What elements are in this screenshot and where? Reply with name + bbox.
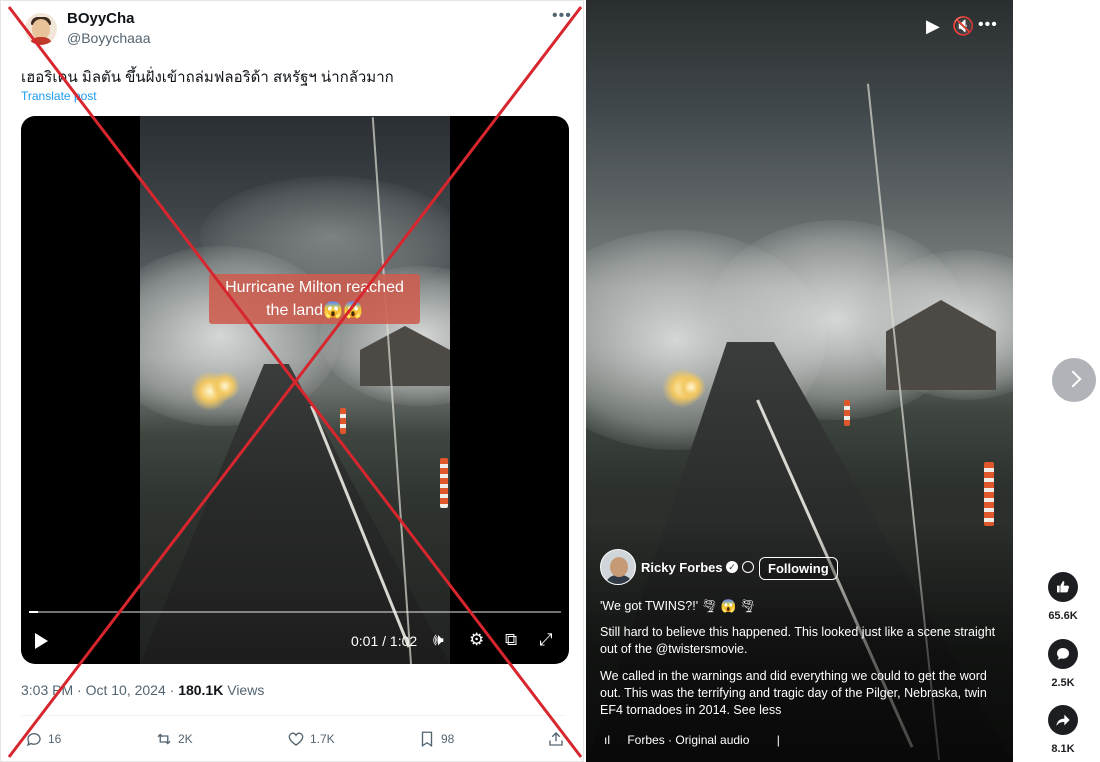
share-count: 8.1K (1051, 743, 1075, 755)
audio-label[interactable]: Forbes · Original audio (627, 733, 749, 747)
reel-video[interactable]: ▶ 🔇 ••• Ricky Forbes ✓ Following 'We got… (586, 0, 1013, 762)
video-progress-bar[interactable] (29, 611, 561, 613)
video-caption-overlay: Hurricane Milton reached the land😱😱 (209, 274, 420, 324)
display-name[interactable]: BOyyCha (67, 10, 135, 27)
public-globe-icon (742, 561, 754, 573)
verified-badge-icon: ✓ (726, 561, 738, 573)
share-button[interactable] (547, 730, 565, 748)
user-avatar[interactable] (25, 13, 57, 45)
video-time: 0:01 / 1:02 (351, 633, 418, 649)
comment-count: 2.5K (1051, 677, 1075, 689)
divider: | (776, 733, 780, 747)
video-frame (140, 116, 450, 664)
reel-description-2[interactable]: We called in the warnings and did everyt… (600, 668, 1000, 719)
author-name[interactable]: Ricky Forbes (641, 560, 723, 575)
post-video-player[interactable]: Hurricane Milton reached the land😱😱 0:01… (21, 116, 569, 664)
bookmark-button[interactable]: 98 (418, 730, 454, 748)
translate-post-link[interactable]: Translate post (21, 89, 97, 103)
repost-count: 2K (178, 732, 193, 746)
post-text: เฮอริเคน มิลตัน ขึ้นฝั่งเข้าถล่มฟลอริด้า… (21, 69, 394, 86)
like-button[interactable]: 1.7K (287, 730, 335, 748)
settings-gear-icon[interactable]: ⚙ (469, 630, 484, 650)
divider (21, 715, 565, 716)
repost-icon (157, 733, 171, 745)
comparison-screenshot: BOyyCha @Boyychaaa ••• เฮอริเคน มิลตัน ข… (0, 0, 1100, 762)
share-icon (549, 732, 563, 746)
more-options-icon[interactable]: ••• (552, 7, 572, 25)
post-timestamp[interactable]: 3:03 PM · Oct 10, 2024 · (21, 682, 178, 698)
like-thumb-icon[interactable] (1048, 572, 1078, 602)
picture-in-picture-icon[interactable]: ⧉ (505, 630, 517, 650)
following-button[interactable]: Following (759, 557, 838, 580)
more-options-icon[interactable]: ••• (978, 16, 998, 34)
like-count: 1.7K (310, 732, 335, 746)
bookmark-icon (421, 731, 433, 748)
repost-button[interactable]: 2K (155, 730, 193, 748)
x-post: BOyyCha @Boyychaaa ••• เฮอริเคน มิลตัน ข… (0, 0, 584, 762)
views-label: Views (223, 682, 265, 698)
reply-icon (26, 733, 41, 747)
comment-icon[interactable] (1048, 639, 1078, 669)
author-avatar[interactable] (600, 549, 636, 585)
reply-count: 16 (48, 732, 62, 746)
post-metadata: 3:03 PM · Oct 10, 2024 · 180.1K Views (21, 682, 264, 698)
play-icon[interactable] (35, 633, 48, 649)
fullscreen-icon[interactable]: ⤢ (539, 630, 553, 650)
audio-wave-icon: ıl (604, 733, 610, 747)
bookmark-count: 98 (441, 732, 455, 746)
facebook-reel: ▶ 🔇 ••• Ricky Forbes ✓ Following 'We got… (586, 0, 1100, 762)
heart-icon (288, 732, 304, 746)
video-progress-fill (29, 611, 38, 613)
play-icon[interactable]: ▶ (926, 16, 940, 37)
user-handle[interactable]: @Boyychaaa (67, 30, 150, 46)
volume-icon[interactable]: 🕪 (433, 630, 444, 650)
share-arrow-icon[interactable] (1048, 705, 1078, 735)
reply-button[interactable]: 16 (25, 730, 61, 748)
views-count: 180.1K (178, 682, 224, 698)
next-reel-button[interactable] (1052, 358, 1096, 402)
audio-source[interactable]: ıl Forbes · Original audio | (604, 733, 780, 747)
like-count: 65.6K (1048, 610, 1078, 622)
mute-icon[interactable]: 🔇 (952, 16, 974, 37)
reel-description-1: Still hard to believe this happened. Thi… (600, 625, 996, 656)
reel-title: 'We got TWINS?!' 🌪 😱 🌪 (600, 599, 756, 613)
